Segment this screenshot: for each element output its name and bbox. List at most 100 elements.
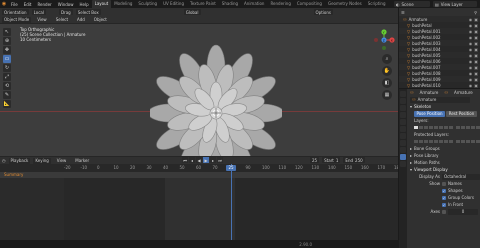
eye-icon[interactable]: ◉	[469, 23, 473, 28]
layers-grid-b[interactable]	[456, 126, 480, 129]
next-keyframe-icon[interactable]: ▸	[210, 157, 216, 163]
blender-logo-icon[interactable]: ◉	[0, 0, 8, 8]
eye-icon[interactable]: ◉	[469, 65, 473, 70]
measure-icon[interactable]: 📐	[3, 100, 11, 108]
tab-rendering[interactable]: Rendering	[267, 0, 293, 8]
current-frame-field[interactable]: 25	[310, 157, 320, 163]
axes-checkbox[interactable]	[442, 209, 446, 214]
tab-geometry-nodes[interactable]: Geometry Nodes	[325, 0, 365, 8]
menu-add[interactable]: Add	[74, 17, 88, 22]
object-mode-dropdown[interactable]: Object Mode	[2, 16, 32, 23]
playhead[interactable]	[231, 164, 232, 248]
annotate-icon[interactable]: ✎	[3, 91, 11, 99]
menu-edit[interactable]: Edit	[21, 2, 35, 7]
pose-library-panel[interactable]: ▸ Pose Library	[408, 152, 480, 159]
end-frame-field[interactable]: End 250	[343, 157, 365, 163]
timeline-editor-icon[interactable]: ◷	[2, 158, 6, 163]
in-front-checkbox[interactable]: ✓	[442, 202, 446, 207]
bone-groups-panel[interactable]: ▸ Bone Groups	[408, 145, 480, 152]
hand-pan-icon[interactable]: ✋	[382, 66, 392, 76]
menu-view[interactable]: View	[34, 17, 50, 22]
armature-data-field[interactable]: ⚇ Armature	[410, 96, 470, 103]
menu-select[interactable]: Select	[53, 17, 71, 22]
camera-toggle-icon[interactable]: ▣	[474, 65, 478, 70]
menu-render[interactable]: Render	[34, 2, 54, 7]
tab-render-icon[interactable]	[400, 98, 406, 104]
tab-layout[interactable]: Layout	[91, 0, 112, 8]
tab-armature-data-icon[interactable]	[400, 154, 406, 160]
menu-object[interactable]: Object	[91, 17, 110, 22]
orientation-dropdown[interactable]: Orientation	[2, 9, 29, 15]
tab-compositing[interactable]: Compositing	[294, 0, 325, 8]
outliner-filter-icon[interactable]: ⚲	[474, 10, 477, 15]
jump-end-icon[interactable]: ⏭	[217, 157, 223, 163]
tab-scene-icon[interactable]	[400, 119, 406, 125]
tab-output-icon[interactable]	[400, 105, 406, 111]
tab-constraints-icon[interactable]	[400, 147, 406, 153]
playback-menu[interactable]: Playback	[8, 157, 31, 164]
menu-help[interactable]: Help	[76, 2, 91, 7]
rest-position-button[interactable]: Rest Position	[446, 110, 477, 117]
tab-view-layer-icon[interactable]	[400, 112, 406, 118]
timeline-view-menu[interactable]: View	[54, 158, 70, 163]
prev-keyframe-icon[interactable]: ◂	[189, 157, 195, 163]
flower-model[interactable]	[150, 42, 282, 156]
tab-modifiers-icon[interactable]	[400, 140, 406, 146]
protected-grid-a[interactable]	[414, 140, 453, 143]
camera-toggle-icon[interactable]: ▣	[474, 53, 478, 58]
eye-icon[interactable]: ◉	[469, 59, 473, 64]
eye-icon[interactable]: ◉	[469, 35, 473, 40]
play-icon[interactable]: ▶	[203, 157, 209, 163]
rotate-icon[interactable]: ↻	[3, 64, 11, 72]
eye-icon[interactable]: ◉	[469, 17, 473, 22]
tab-animation[interactable]: Animation	[241, 0, 267, 8]
protected-grid-b[interactable]	[456, 140, 480, 143]
transform-global-dropdown[interactable]: Global	[183, 9, 201, 15]
eye-icon[interactable]: ◉	[469, 29, 473, 34]
start-frame-field[interactable]: Start 1	[322, 157, 341, 163]
play-reverse-icon[interactable]: ◀	[196, 157, 202, 163]
view-layer-selector[interactable]: ▤ View Layer	[433, 1, 477, 7]
axes-position-field[interactable]: 0	[448, 208, 478, 215]
tab-scripting[interactable]: Scripting	[365, 0, 389, 8]
layers-grid-a[interactable]	[414, 126, 453, 129]
camera-toggle-icon[interactable]: ▣	[474, 59, 478, 64]
orient-value-dropdown[interactable]: Local	[31, 9, 46, 15]
select-cursor-icon[interactable]: ↖	[3, 28, 11, 36]
display-as-dropdown[interactable]: Octahedral	[442, 173, 480, 180]
menu-file[interactable]: File	[8, 2, 21, 7]
select-box-dropdown[interactable]: Select Box	[75, 9, 101, 15]
eye-icon[interactable]: ◉	[469, 41, 473, 46]
camera-toggle-icon[interactable]: ▣	[474, 77, 478, 82]
eye-icon[interactable]: ◉	[469, 53, 473, 58]
zoom-icon[interactable]: ⌕	[382, 54, 392, 64]
eye-icon[interactable]: ◉	[469, 71, 473, 76]
names-checkbox[interactable]	[442, 181, 446, 186]
camera-toggle-icon[interactable]: ▣	[474, 47, 478, 52]
outliner-editor-icon[interactable]: ☰	[401, 10, 405, 15]
drag-dropdown[interactable]: Drag	[58, 9, 73, 15]
camera-toggle-icon[interactable]: ▣	[474, 23, 478, 28]
eye-icon[interactable]: ◉	[469, 47, 473, 52]
tab-shading[interactable]: Shading	[219, 0, 241, 8]
camera-icon[interactable]: ◧	[382, 78, 392, 88]
camera-toggle-icon[interactable]: ▣	[474, 17, 478, 22]
group-colors-checkbox[interactable]: ✓	[442, 195, 446, 200]
tab-sculpting[interactable]: Sculpting	[135, 0, 160, 8]
select-box-icon[interactable]: ▭	[3, 55, 11, 63]
tab-tool-icon[interactable]	[400, 91, 406, 97]
move-icon[interactable]: ✥	[3, 46, 11, 54]
camera-toggle-icon[interactable]: ▣	[474, 35, 478, 40]
scale-icon[interactable]: ⤢	[3, 73, 11, 81]
pose-position-button[interactable]: Pose Position	[414, 110, 445, 117]
cursor-3d-icon[interactable]: ⊕	[3, 37, 11, 45]
keying-menu[interactable]: Keying	[33, 157, 51, 164]
summary-channel[interactable]: Summary	[0, 172, 64, 178]
camera-toggle-icon[interactable]: ▣	[474, 71, 478, 76]
tab-modeling[interactable]: Modeling	[111, 0, 135, 8]
frame-ruler[interactable]: -20-100102030405060708090100110120130140…	[0, 164, 402, 172]
eye-icon[interactable]: ◉	[469, 77, 473, 82]
shapes-checkbox[interactable]: ✓	[442, 188, 446, 193]
transform-icon[interactable]: ⟲	[3, 82, 11, 90]
scene-selector[interactable]: ◐ Scene	[394, 1, 430, 7]
